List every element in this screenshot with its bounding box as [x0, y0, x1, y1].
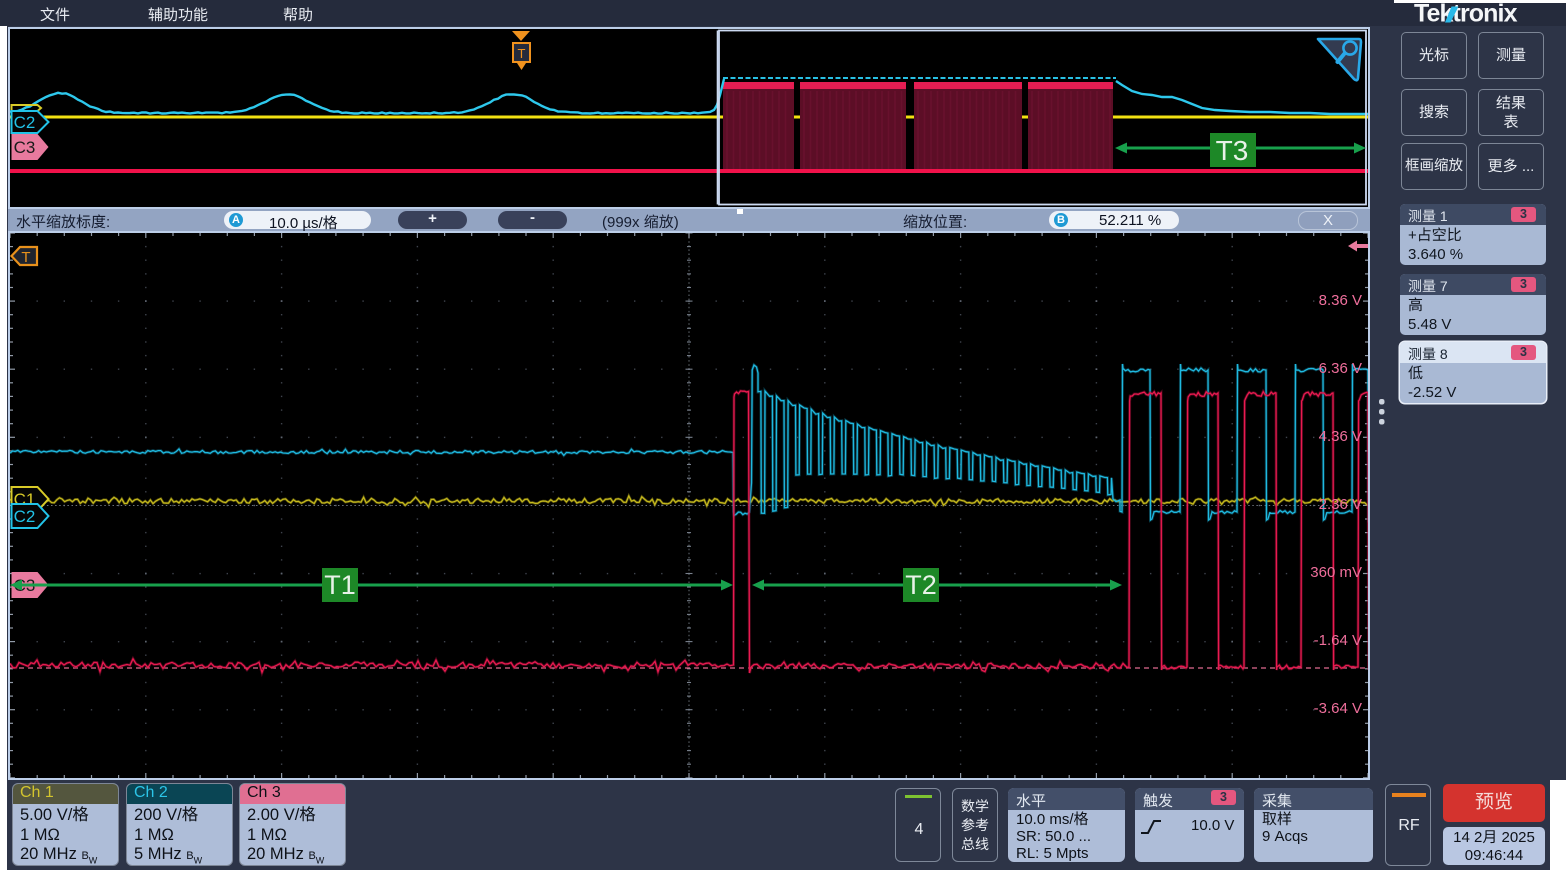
- svg-text:-1.64 V: -1.64 V: [1314, 632, 1362, 649]
- svg-text:-3.64 V: -3.64 V: [1314, 700, 1362, 717]
- svg-text:C3: C3: [14, 138, 36, 157]
- svg-text:T2: T2: [905, 570, 937, 600]
- svg-text:T3: T3: [1216, 135, 1249, 166]
- svg-text:T: T: [21, 249, 30, 266]
- svg-text:8.36 V: 8.36 V: [1319, 292, 1362, 309]
- svg-text:360 mV: 360 mV: [1310, 564, 1362, 581]
- svg-text:T: T: [518, 46, 526, 61]
- svg-text:2.36 V: 2.36 V: [1319, 496, 1362, 513]
- svg-text:C2: C2: [14, 507, 36, 526]
- svg-text:6.36 V: 6.36 V: [1319, 360, 1362, 377]
- svg-text:Tektronix: Tektronix: [1414, 0, 1518, 27]
- svg-text:T1: T1: [324, 570, 356, 600]
- svg-text:C2: C2: [14, 113, 36, 132]
- svg-text:4.36 V: 4.36 V: [1319, 428, 1362, 445]
